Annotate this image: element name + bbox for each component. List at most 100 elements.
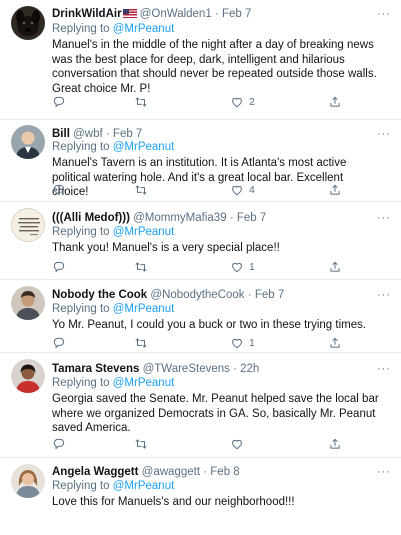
share-icon [330, 337, 340, 348]
more-options-icon[interactable]: ··· [377, 363, 391, 375]
display-name[interactable]: Angela Waggett [52, 466, 138, 478]
retweet-icon [135, 185, 147, 195]
user-handle[interactable]: @TWareStevens [143, 363, 230, 375]
user-handle[interactable]: @awaggett [142, 466, 200, 478]
reply-button[interactable] [52, 183, 66, 197]
tweet-text: Yo Mr. Peanut, I could you a buck or two… [52, 319, 367, 331]
more-options-icon[interactable]: ··· [377, 466, 391, 478]
timestamp[interactable]: Feb 7 [222, 8, 251, 20]
reply-button[interactable] [52, 260, 66, 274]
share-button[interactable] [328, 336, 342, 350]
retweet-button[interactable] [134, 183, 148, 197]
reply-icon [53, 184, 65, 196]
share-button[interactable] [328, 95, 342, 109]
reply-button[interactable] [52, 336, 66, 350]
person-avatar-icon[interactable] [11, 359, 45, 393]
replying-prefix: Replying to [52, 141, 110, 153]
reply-icon [53, 261, 65, 273]
display-name[interactable]: (((Alli Medof))) [52, 212, 130, 224]
mention-link[interactable]: @MrPeanut [113, 141, 175, 153]
tweet-text: Manuel's in the middle of the night afte… [52, 39, 377, 95]
mention-link[interactable]: @MrPeanut [113, 303, 175, 315]
like-button[interactable]: 4 [230, 183, 255, 197]
share-button[interactable] [328, 260, 342, 274]
like-button[interactable]: 1 [230, 336, 255, 350]
dog-avatar-icon[interactable] [11, 6, 45, 40]
replying-prefix: Replying to [52, 303, 110, 315]
replying-to: Replying to @MrPeanut [52, 22, 174, 36]
display-name[interactable]: Bill [52, 128, 70, 140]
person-avatar-icon[interactable] [11, 286, 45, 320]
replying-to: Replying to @MrPeanut [52, 302, 174, 316]
retweet-button[interactable] [134, 260, 148, 274]
reply-tweet-1[interactable]: DrinkWildAir @OnWalden1 · Feb 7 ··· Repl… [0, 0, 401, 120]
heart-icon [232, 97, 242, 108]
replying-to: Replying to @MrPeanut [52, 376, 174, 390]
retweet-button[interactable] [134, 336, 148, 350]
share-button[interactable] [328, 437, 342, 451]
like-button[interactable]: 1 [230, 260, 255, 274]
reply-button[interactable] [52, 95, 66, 109]
tweet-actions: 2 [52, 95, 352, 109]
like-button[interactable]: 2 [230, 95, 255, 109]
mention-link[interactable]: @MrPeanut [113, 480, 175, 492]
retweet-button[interactable] [134, 95, 148, 109]
note-avatar-icon[interactable] [11, 208, 45, 242]
tweet-actions [52, 437, 352, 451]
separator-dot: · [105, 128, 110, 140]
reply-tweet-6[interactable]: Angela Waggett @awaggett · Feb 8 ··· Rep… [0, 458, 401, 535]
retweet-button[interactable] [134, 437, 148, 451]
like-count: 1 [249, 337, 255, 349]
more-options-icon[interactable]: ··· [377, 128, 391, 140]
tweet-header: Bill @wbf · Feb 7 [52, 127, 375, 141]
tweet-actions: 4 [52, 183, 352, 197]
timestamp[interactable]: Feb 7 [255, 289, 284, 301]
timestamp[interactable]: Feb 8 [210, 466, 239, 478]
person-avatar-icon[interactable] [11, 125, 45, 159]
separator-dot: · [203, 466, 208, 478]
more-options-icon[interactable]: ··· [377, 8, 391, 20]
share-icon [330, 96, 340, 107]
share-button[interactable] [328, 183, 342, 197]
display-name[interactable]: DrinkWildAir [52, 8, 122, 20]
replying-to: Replying to @MrPeanut [52, 479, 174, 493]
timestamp[interactable]: Feb 7 [237, 212, 266, 224]
reply-tweet-5[interactable]: Tamara Stevens @TWareStevens · 22h ··· R… [0, 353, 401, 458]
like-button[interactable] [230, 437, 244, 451]
reply-button[interactable] [52, 437, 66, 451]
display-name[interactable]: Nobody the Cook [52, 289, 147, 301]
reply-tweet-2[interactable]: Bill @wbf · Feb 7 ··· Replying to @MrPea… [0, 120, 401, 202]
mention-link[interactable]: @MrPeanut [113, 23, 175, 35]
share-icon [330, 184, 340, 195]
more-options-icon[interactable]: ··· [377, 289, 391, 301]
display-name[interactable]: Tamara Stevens [52, 363, 139, 375]
reply-tweet-3[interactable]: (((Alli Medof))) @MommyMafia39 · Feb 7 ·… [0, 202, 401, 280]
timestamp[interactable]: 22h [240, 363, 259, 375]
reply-tweet-4[interactable]: Nobody the Cook @NobodytheCook · Feb 7 ·… [0, 280, 401, 353]
separator-dot: · [247, 289, 252, 301]
person-avatar-icon[interactable] [11, 464, 45, 498]
mention-link[interactable]: @MrPeanut [113, 377, 175, 389]
timestamp[interactable]: Feb 7 [113, 128, 142, 140]
reply-icon [53, 337, 65, 349]
replying-prefix: Replying to [52, 377, 110, 389]
retweet-icon [135, 97, 147, 107]
user-handle[interactable]: @OnWalden1 [140, 8, 212, 20]
tweet-header: DrinkWildAir @OnWalden1 · Feb 7 [52, 7, 375, 21]
user-handle[interactable]: @NobodytheCook [150, 289, 244, 301]
mention-link[interactable]: @MrPeanut [113, 226, 175, 238]
user-handle[interactable]: @wbf [73, 128, 103, 140]
more-options-icon[interactable]: ··· [377, 212, 391, 224]
tweet-actions: 1 [52, 260, 352, 274]
replying-prefix: Replying to [52, 226, 110, 238]
tweet-actions: 1 [52, 336, 352, 350]
tweet-header: (((Alli Medof))) @MommyMafia39 · Feb 7 [52, 211, 375, 225]
us-flag-icon [122, 9, 137, 18]
replying-prefix: Replying to [52, 23, 110, 35]
retweet-icon [135, 262, 147, 272]
tweet-header: Tamara Stevens @TWareStevens · 22h [52, 362, 375, 376]
replying-prefix: Replying to [52, 480, 110, 492]
share-icon [330, 438, 340, 449]
user-handle[interactable]: @MommyMafia39 [133, 212, 226, 224]
separator-dot: · [233, 363, 237, 375]
